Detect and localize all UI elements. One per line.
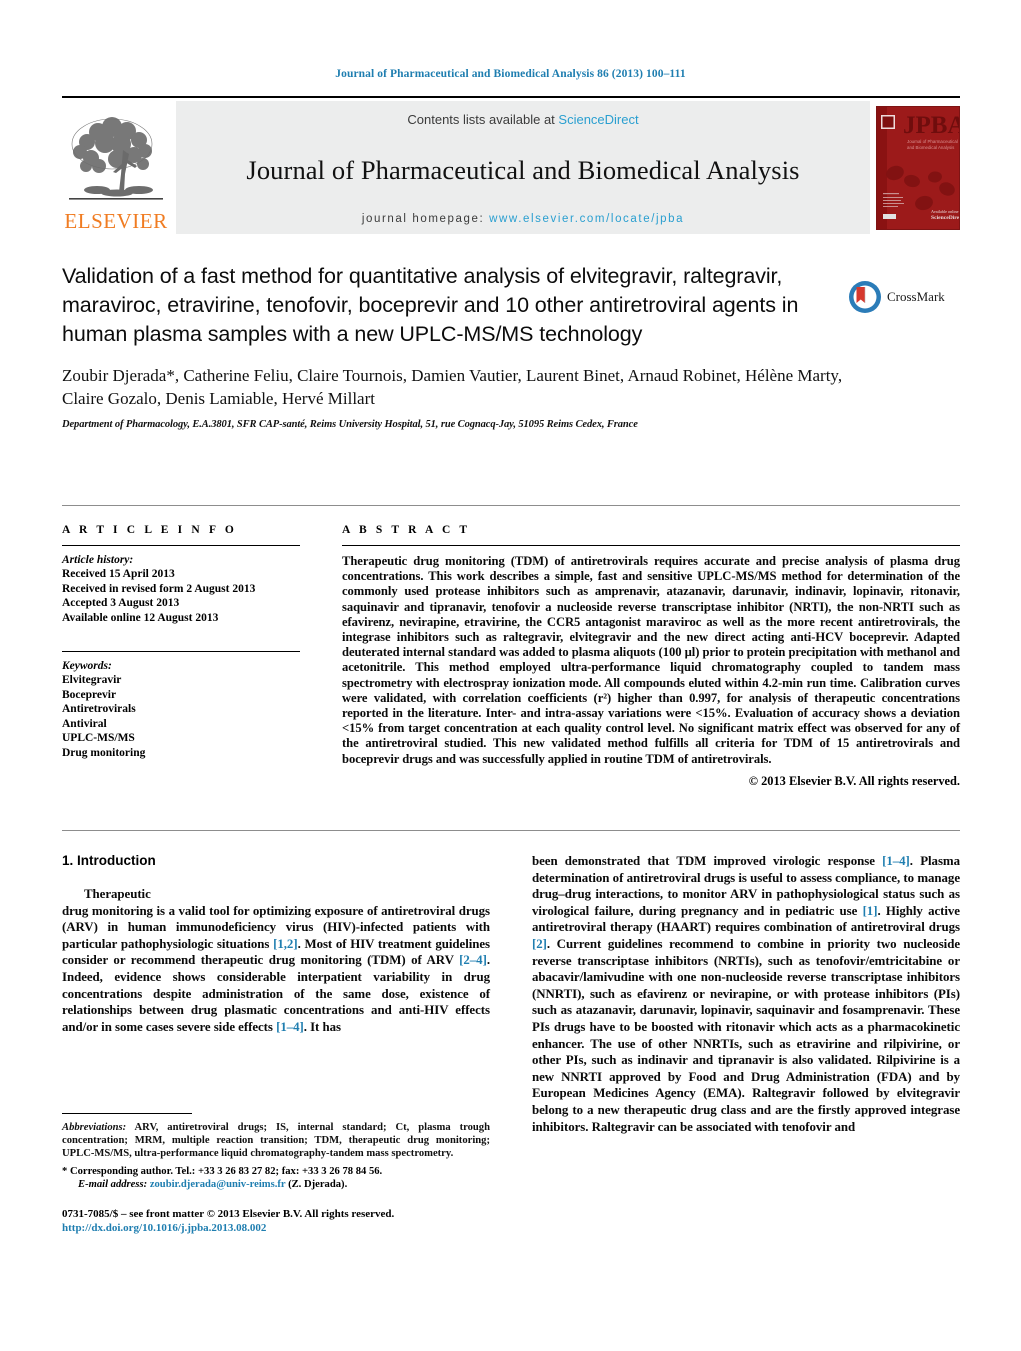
svg-text:Available online at: Available online at (931, 209, 960, 214)
running-head: Journal of Pharmaceutical and Biomedical… (335, 68, 686, 80)
email-label: E-mail address: (78, 1178, 148, 1190)
email-suffix: (Z. Djerada). (288, 1178, 348, 1190)
email-link[interactable]: zoubir.djerada@univ-reims.fr (150, 1179, 286, 1190)
footnotes-block: Abbreviations: ARV, antiretroviral drugs… (62, 1113, 490, 1235)
citation-ref[interactable]: [2] (532, 937, 547, 951)
article-info-heading: A R T I C L E I N F O (62, 524, 237, 536)
publisher-footer: 0731-7085/$ – see front matter © 2013 El… (62, 1207, 490, 1235)
keyword-item: Drug monitoring (62, 746, 146, 759)
keywords-block: Keywords: Elvitegravir Boceprevir Antire… (62, 651, 300, 760)
keyword-item: UPLC-MS/MS (62, 732, 135, 744)
title-block: Validation of a fast method for quantita… (62, 262, 960, 430)
article-info-column: A R T I C L E I N F O Article history: R… (62, 524, 300, 789)
abstract-rule (342, 545, 960, 546)
citation-ref[interactable]: [1] (863, 904, 878, 918)
elsevier-logo: ELSEVIER (62, 101, 170, 234)
masthead-center-panel: Contents lists available at ScienceDirec… (176, 101, 870, 234)
elsevier-tree-icon (67, 114, 165, 210)
intro-paragraph-left: drug monitoring is a valid tool for opti… (62, 903, 491, 1034)
keyword-item: Boceprevir (62, 688, 117, 701)
keywords-label: Keywords: (62, 660, 112, 672)
body-column-right: been demonstrated that TDM improved viro… (532, 853, 960, 1135)
citation-ref[interactable]: [1,2] (273, 937, 298, 951)
contents-available-line: Contents lists available at ScienceDirec… (407, 112, 638, 127)
history-item: Received 15 April 2013 (62, 568, 175, 580)
history-item: Received in revised form 2 August 2013 (62, 582, 256, 595)
history-item: Accepted 3 August 2013 (62, 597, 180, 609)
intro-paragraph-right: been demonstrated that TDM improved viro… (532, 854, 960, 1134)
intro-paragraph-lead: Therapeutic (84, 887, 151, 901)
journal-masthead: ELSEVIER Contents lists available at Sci… (62, 96, 960, 234)
crossmark-icon (849, 281, 881, 313)
homepage-url-link[interactable]: www.elsevier.com/locate/jpba (489, 213, 684, 225)
author-list: Zoubir Djerada*, Catherine Feliu, Claire… (62, 366, 843, 408)
svg-text:Journal of Pharmaceutical: Journal of Pharmaceutical (907, 139, 958, 144)
svg-text:ScienceDirect: ScienceDirect (931, 215, 960, 221)
crossmark-label: CrossMark (887, 289, 945, 304)
abbreviations-text: ARV, antiretroviral drugs; IS, internal … (62, 1122, 490, 1159)
elsevier-wordmark: ELSEVIER (64, 209, 168, 233)
citation-ref[interactable]: [2–4] (459, 953, 487, 967)
article-page: Journal of Pharmaceutical and Biomedical… (0, 0, 1021, 1351)
keyword-item: Antiretrovirals (62, 703, 136, 715)
svg-text:and Biomedical Analysis: and Biomedical Analysis (907, 145, 955, 150)
keywords-rule (62, 651, 300, 652)
affiliation: Department of Pharmacology, E.A.3801, SF… (62, 419, 638, 430)
journal-homepage-line: journal homepage: www.elsevier.com/locat… (362, 213, 684, 225)
body-column-left: 1. Introduction Therapeutic drug monitor… (62, 853, 490, 1135)
article-info-rule (62, 545, 300, 546)
svg-text:JPBA: JPBA (903, 112, 960, 139)
info-abstract-section: A R T I C L E I N F O Article history: R… (62, 505, 960, 789)
keyword-item: Antiviral (62, 717, 107, 730)
email-note: E-mail address: zoubir.djerada@univ-reim… (62, 1179, 490, 1190)
abstract-column: A B S T R A C T Therapeutic drug monitor… (342, 524, 960, 789)
doi-link[interactable]: http://dx.doi.org/10.1016/j.jpba.2013.08… (62, 1221, 490, 1235)
body-columns: 1. Introduction Therapeutic drug monitor… (62, 830, 960, 1135)
page-title: Validation of a fast method for quantita… (62, 264, 799, 346)
contents-prefix: Contents lists available at (407, 112, 559, 127)
crossmark-badge[interactable]: CrossMark (848, 280, 960, 314)
footnote-rule (62, 1113, 192, 1114)
homepage-label: journal homepage: (361, 213, 485, 225)
journal-cover-thumbnail: JPBA Journal of Pharmaceutical and Biome… (876, 105, 960, 230)
section-heading-introduction: 1. Introduction (62, 853, 156, 868)
history-item: Available online 12 August 2013 (62, 611, 219, 624)
abstract-body: Therapeutic drug monitoring (TDM) of ant… (342, 554, 960, 766)
journal-title: Journal of Pharmaceutical and Biomedical… (246, 154, 800, 185)
corresponding-author-note: * Corresponding author. Tel.: +33 3 26 8… (62, 1166, 383, 1177)
issn-line: 0731-7085/$ – see front matter © 2013 El… (62, 1207, 395, 1220)
abstract-heading: A B S T R A C T (342, 524, 471, 536)
keyword-item: Elvitegravir (62, 674, 122, 686)
article-history-label: Article history: (62, 554, 134, 566)
abbreviations-label: Abbreviations: (62, 1122, 127, 1133)
abstract-copyright: © 2013 Elsevier B.V. All rights reserved… (748, 773, 960, 788)
citation-ref[interactable]: [1–4] (276, 1020, 304, 1034)
abbreviations-note: Abbreviations: ARV, antiretroviral drugs… (62, 1121, 490, 1160)
citation-ref[interactable]: [1–4] (882, 854, 910, 868)
sciencedirect-link[interactable]: ScienceDirect (558, 112, 638, 127)
